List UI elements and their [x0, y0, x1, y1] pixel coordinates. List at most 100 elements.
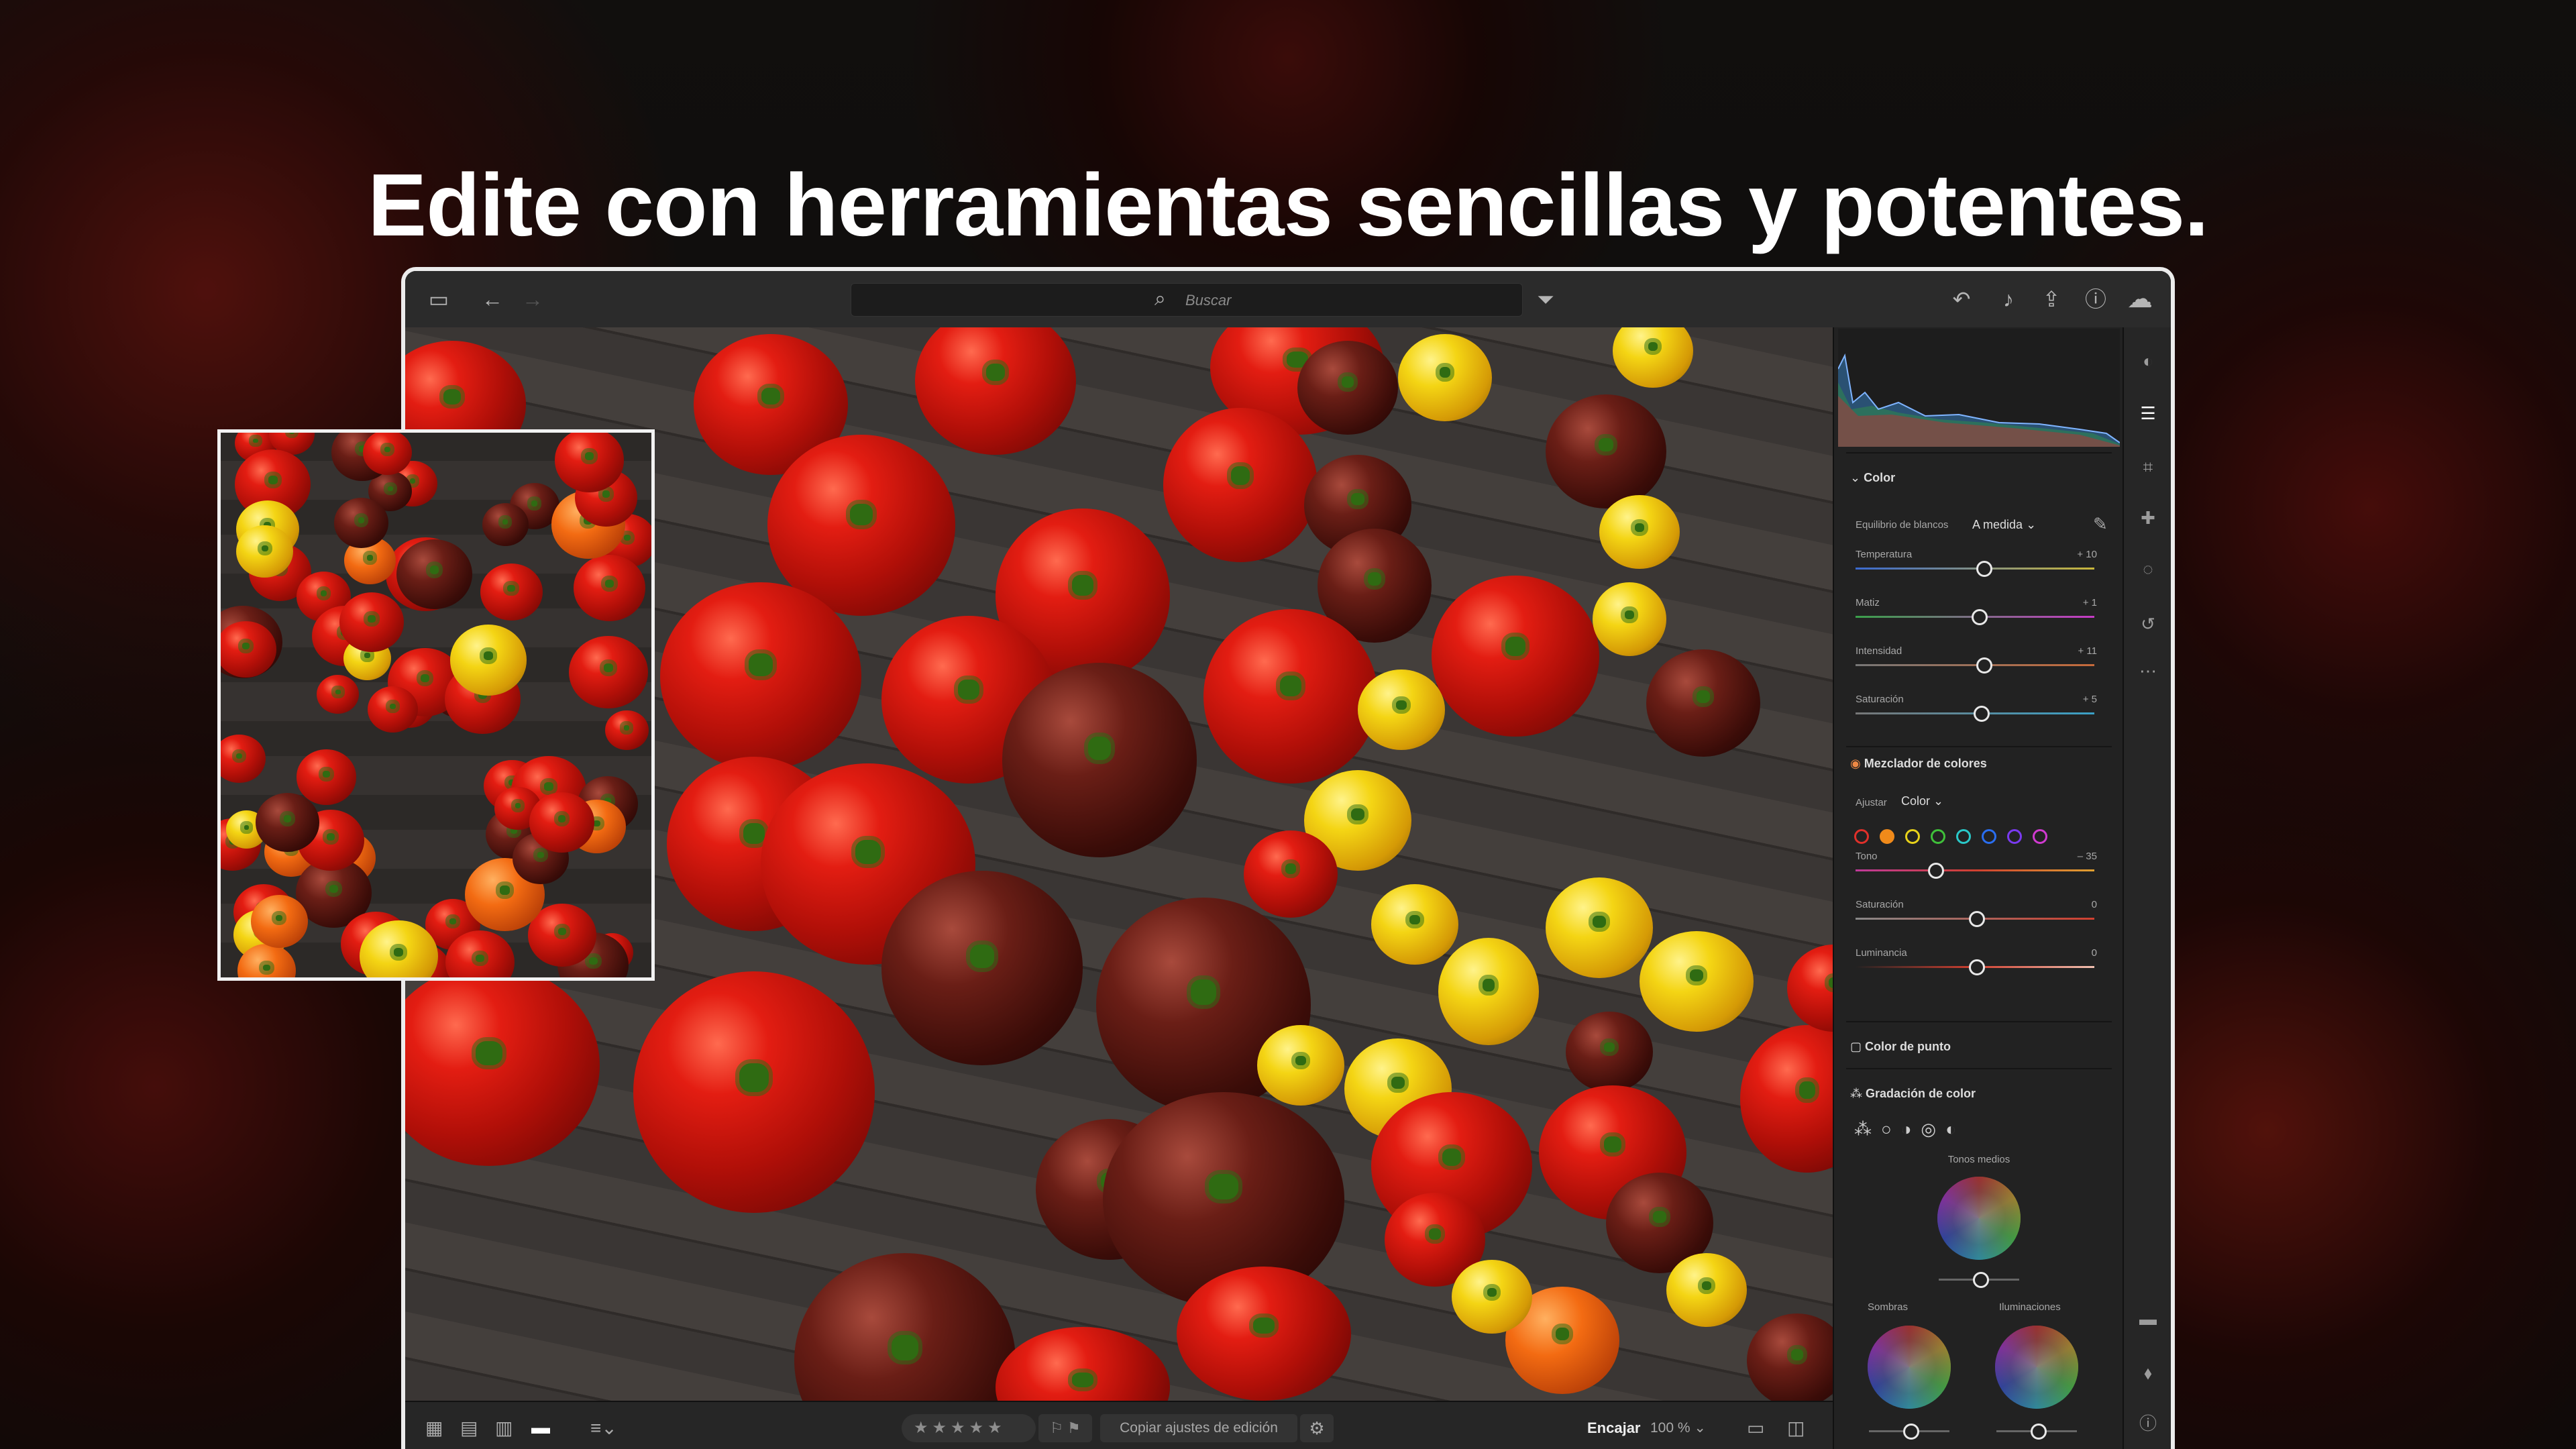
- color-swatch[interactable]: [1982, 829, 1996, 844]
- share-icon[interactable]: ⇪: [2038, 286, 2065, 313]
- color-swatch[interactable]: [1956, 829, 1971, 844]
- color-mixer-header[interactable]: ◉ Mezclador de colores: [1850, 757, 1987, 771]
- mixer-row-label: Tono: [1856, 851, 1878, 862]
- slider-knob[interactable]: [1928, 863, 1945, 879]
- color-mixer-icon: ◉: [1850, 757, 1861, 770]
- white-balance-label: Equilibrio de blancos: [1856, 519, 1949, 531]
- thumb-tomato: [480, 563, 543, 621]
- color-row-value: + 5: [2082, 694, 2097, 705]
- color-swatch[interactable]: [2007, 829, 2022, 844]
- adjust-label: Ajustar: [1856, 797, 1887, 808]
- cloud-icon[interactable]: ☁: [2127, 286, 2153, 313]
- color-row-label: Intensidad: [1856, 645, 1902, 657]
- eyedropper-icon[interactable]: ✎: [2093, 514, 2108, 535]
- white-balance-select[interactable]: A medida ⌄: [1972, 518, 2036, 532]
- top-bar: ▭ ← → ⌕ Buscar ⏷ ↶ ♪ ⇪ ⓘ ☁: [405, 271, 2171, 329]
- comment-icon[interactable]: ▬: [2136, 1307, 2160, 1331]
- mixer-row-slider[interactable]: [1856, 863, 2094, 879]
- color-section-header[interactable]: ⌄ Color: [1850, 471, 1895, 485]
- undo-icon[interactable]: ↶: [1948, 286, 1975, 313]
- forward-arrow-icon[interactable]: →: [519, 286, 546, 313]
- color-grading-header[interactable]: ⁂ Gradación de color: [1850, 1087, 1976, 1101]
- color-row-value: + 1: [2082, 597, 2097, 608]
- gear-icon[interactable]: ⚙: [1300, 1414, 1334, 1442]
- masking-icon[interactable]: ◌: [2136, 557, 2160, 581]
- thumb-tomato: [250, 895, 308, 948]
- back-arrow-icon[interactable]: ←: [479, 286, 506, 313]
- slider-knob[interactable]: [1976, 561, 1992, 577]
- color-row-value: + 11: [2078, 645, 2098, 657]
- edit-sliders-icon[interactable]: ☰: [2136, 401, 2160, 425]
- healing-icon[interactable]: ✚: [2136, 506, 2160, 530]
- before-after-icon[interactable]: ◫: [1787, 1417, 1805, 1439]
- thumb-tomato: [339, 592, 405, 653]
- color-row-slider[interactable]: [1856, 657, 2094, 674]
- color-row-slider[interactable]: [1856, 561, 2094, 577]
- color-swatch[interactable]: [1854, 829, 1869, 844]
- crop-icon[interactable]: ⌗: [2136, 455, 2160, 479]
- mixer-row-slider[interactable]: [1856, 959, 2094, 975]
- slider-knob[interactable]: [1971, 609, 1988, 625]
- edit-presets-icon[interactable]: ◐: [2136, 349, 2160, 373]
- grading-mode-tabs[interactable]: ⁂○◑◎◐: [1854, 1119, 1966, 1140]
- zoom-select[interactable]: 100 % ⌄: [1650, 1419, 1706, 1436]
- app-window: ▭ ← → ⌕ Buscar ⏷ ↶ ♪ ⇪ ⓘ ☁ ⌄ Color Equil…: [401, 267, 2175, 1449]
- highlights-slider[interactable]: [1996, 1424, 2077, 1440]
- adjust-value: Color: [1901, 794, 1931, 808]
- midtones-label: Tonos medios: [1947, 1154, 2010, 1165]
- shadows-wheel[interactable]: [1868, 1326, 1951, 1409]
- thumb-tomato: [529, 792, 595, 853]
- mixer-row-slider[interactable]: [1856, 911, 2094, 927]
- more-icon[interactable]: ⋯: [2136, 659, 2160, 683]
- sort-icon[interactable]: ≡⌄: [590, 1417, 617, 1439]
- thumb-tomato: [317, 674, 360, 714]
- histogram: [1838, 329, 2120, 447]
- midtones-slider[interactable]: [1939, 1272, 2019, 1288]
- point-color-header[interactable]: ▢ Color de punto: [1850, 1040, 1951, 1054]
- bottom-bar: ▦ ▤ ▥ ▬ ≡⌄ ★★★★★ ⚐ ⚑ Copiar ajustes de e…: [405, 1401, 1833, 1449]
- slider-knob[interactable]: [1974, 706, 1990, 722]
- search-placeholder: Buscar: [1185, 292, 1232, 309]
- color-swatch[interactable]: [1905, 829, 1920, 844]
- compare-icon[interactable]: ▭: [1747, 1417, 1764, 1439]
- tag-icon[interactable]: ⬧: [2136, 1360, 2160, 1385]
- color-swatch[interactable]: [2033, 829, 2047, 844]
- color-row-slider[interactable]: [1856, 609, 2094, 625]
- bell-icon[interactable]: ♪: [1995, 286, 2022, 313]
- color-row-label: Matiz: [1856, 597, 1880, 608]
- detail-view-icon[interactable]: ▥: [495, 1417, 513, 1439]
- chevron-down-icon: ⌄: [1850, 471, 1861, 484]
- color-swatches: [1854, 829, 2047, 844]
- shadows-slider[interactable]: [1869, 1424, 1949, 1440]
- slider-knob[interactable]: [1976, 657, 1992, 674]
- thumb-tomato: [554, 433, 625, 492]
- thumb-tomato: [368, 686, 419, 733]
- mixer-row-value: 0: [2091, 947, 2097, 959]
- star-rating[interactable]: ★★★★★: [902, 1414, 1036, 1442]
- thumb-tomato: [333, 498, 389, 549]
- single-view-icon[interactable]: ▬: [531, 1417, 550, 1438]
- midtones-wheel[interactable]: [1937, 1177, 2021, 1260]
- grid-view-icon[interactable]: ▦: [425, 1417, 443, 1439]
- sidebar-icon[interactable]: ▭: [425, 286, 452, 313]
- adjust-select[interactable]: Color ⌄: [1901, 794, 1943, 808]
- slider-knob[interactable]: [1969, 959, 1985, 975]
- color-grading-icon: ⁂: [1850, 1087, 1862, 1100]
- help-icon[interactable]: ⓘ: [2082, 286, 2109, 313]
- slider-knob[interactable]: [1969, 911, 1985, 927]
- search-input[interactable]: ⌕ Buscar: [851, 283, 1523, 317]
- filter-icon[interactable]: ⏷: [1532, 286, 1559, 313]
- square-grid-icon[interactable]: ▤: [460, 1417, 478, 1439]
- info-icon[interactable]: ⓘ: [2136, 1411, 2160, 1436]
- copy-settings-button[interactable]: Copiar ajustes de edición: [1100, 1414, 1297, 1442]
- color-row-slider[interactable]: [1856, 706, 2094, 722]
- flag-buttons[interactable]: ⚐ ⚑: [1038, 1414, 1092, 1442]
- highlights-label: Iluminaciones: [1999, 1301, 2061, 1313]
- before-thumbnail: [217, 429, 655, 981]
- color-swatch[interactable]: [1880, 829, 1894, 844]
- thumb-tomato: [221, 621, 276, 678]
- highlights-wheel[interactable]: [1995, 1326, 2078, 1409]
- history-icon[interactable]: ↺: [2136, 612, 2160, 636]
- color-swatch[interactable]: [1931, 829, 1945, 844]
- fit-button[interactable]: Encajar: [1587, 1419, 1641, 1437]
